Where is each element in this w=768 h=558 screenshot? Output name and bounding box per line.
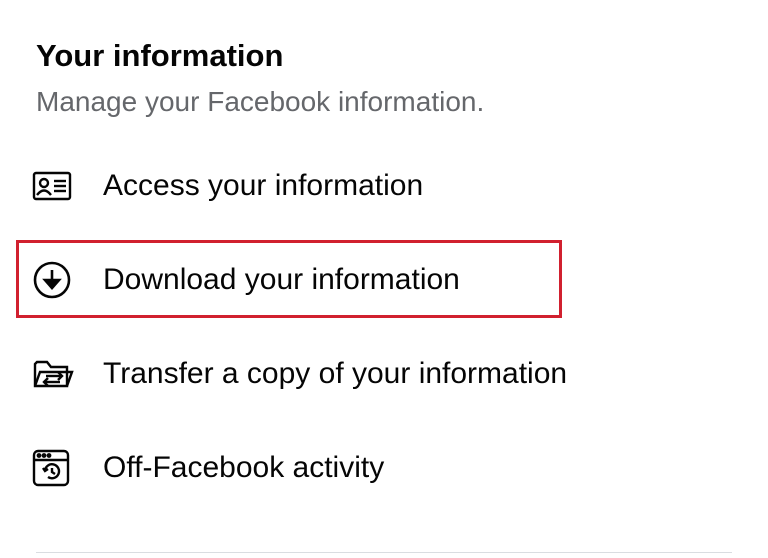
browser-history-icon <box>32 446 76 490</box>
section-title: Your information <box>36 38 284 73</box>
menu-item-access-your-information[interactable]: Access your information <box>32 162 632 210</box>
menu-item-label: Download your information <box>103 263 460 296</box>
download-circle-icon <box>32 258 76 302</box>
menu-item-off-facebook-activity[interactable]: Off-Facebook activity <box>32 444 632 492</box>
menu-item-download-your-information[interactable]: Download your information <box>32 256 632 304</box>
menu-item-label: Off-Facebook activity <box>103 451 385 484</box>
divider <box>36 552 732 553</box>
menu-item-label: Access your information <box>103 169 424 202</box>
folder-transfer-icon <box>32 352 76 396</box>
section-subtitle: Manage your Facebook information. <box>36 86 485 117</box>
menu-item-transfer-a-copy[interactable]: Transfer a copy of your information <box>32 350 632 398</box>
id-card-icon <box>32 164 76 208</box>
menu-item-label: Transfer a copy of your information <box>103 357 568 390</box>
